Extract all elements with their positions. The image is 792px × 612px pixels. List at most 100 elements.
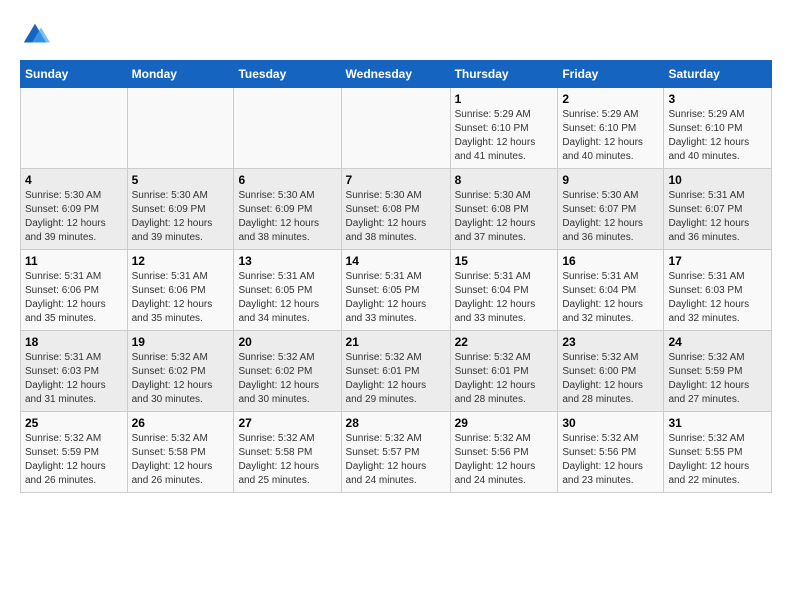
calendar-header-row: SundayMondayTuesdayWednesdayThursdayFrid… [21,61,772,88]
day-info: Sunrise: 5:31 AMSunset: 6:03 PMDaylight:… [668,270,767,326]
day-info: Sunrise: 5:32 AMSunset: 5:56 PMDaylight:… [562,432,659,488]
day-info: Sunrise: 5:31 AMSunset: 6:06 PMDaylight:… [132,270,230,326]
header-monday: Monday [127,61,234,88]
day-number: 22 [455,335,554,349]
day-number: 18 [25,335,123,349]
day-number: 26 [132,416,230,430]
day-info: Sunrise: 5:31 AMSunset: 6:06 PMDaylight:… [25,270,123,326]
day-info: Sunrise: 5:32 AMSunset: 5:58 PMDaylight:… [132,432,230,488]
day-number: 15 [455,254,554,268]
calendar-week-row: 25 Sunrise: 5:32 AMSunset: 5:59 PMDayligh… [21,412,772,493]
day-info: Sunrise: 5:32 AMSunset: 5:59 PMDaylight:… [668,351,767,407]
day-info: Sunrise: 5:32 AMSunset: 5:56 PMDaylight:… [455,432,554,488]
calendar-cell: 7 Sunrise: 5:30 AMSunset: 6:08 PMDaylight… [341,169,450,250]
day-info: Sunrise: 5:32 AMSunset: 5:57 PMDaylight:… [346,432,446,488]
day-number: 21 [346,335,446,349]
day-number: 6 [238,173,336,187]
day-number: 17 [668,254,767,268]
day-number: 19 [132,335,230,349]
day-info: Sunrise: 5:31 AMSunset: 6:07 PMDaylight:… [668,189,767,245]
calendar-cell: 26 Sunrise: 5:32 AMSunset: 5:58 PMDayligh… [127,412,234,493]
day-info: Sunrise: 5:32 AMSunset: 6:01 PMDaylight:… [455,351,554,407]
calendar-cell: 29 Sunrise: 5:32 AMSunset: 5:56 PMDayligh… [450,412,558,493]
calendar-week-row: 4 Sunrise: 5:30 AMSunset: 6:09 PMDaylight… [21,169,772,250]
day-number: 13 [238,254,336,268]
calendar-cell: 13 Sunrise: 5:31 AMSunset: 6:05 PMDayligh… [234,250,341,331]
calendar-cell: 17 Sunrise: 5:31 AMSunset: 6:03 PMDayligh… [664,250,772,331]
calendar-week-row: 18 Sunrise: 5:31 AMSunset: 6:03 PMDayligh… [21,331,772,412]
day-info: Sunrise: 5:31 AMSunset: 6:05 PMDaylight:… [346,270,446,326]
calendar-cell: 28 Sunrise: 5:32 AMSunset: 5:57 PMDayligh… [341,412,450,493]
day-number: 5 [132,173,230,187]
day-number: 11 [25,254,123,268]
day-info: Sunrise: 5:30 AMSunset: 6:07 PMDaylight:… [562,189,659,245]
day-info: Sunrise: 5:30 AMSunset: 6:09 PMDaylight:… [25,189,123,245]
logo-icon [20,20,50,50]
day-info: Sunrise: 5:32 AMSunset: 5:55 PMDaylight:… [668,432,767,488]
day-info: Sunrise: 5:30 AMSunset: 6:09 PMDaylight:… [132,189,230,245]
calendar-cell: 15 Sunrise: 5:31 AMSunset: 6:04 PMDayligh… [450,250,558,331]
page-header [20,20,772,50]
header-wednesday: Wednesday [341,61,450,88]
day-info: Sunrise: 5:32 AMSunset: 5:59 PMDaylight:… [25,432,123,488]
calendar-cell: 25 Sunrise: 5:32 AMSunset: 5:59 PMDayligh… [21,412,128,493]
day-info: Sunrise: 5:30 AMSunset: 6:08 PMDaylight:… [455,189,554,245]
day-info: Sunrise: 5:32 AMSunset: 6:01 PMDaylight:… [346,351,446,407]
calendar-cell: 3 Sunrise: 5:29 AMSunset: 6:10 PMDaylight… [664,88,772,169]
calendar-cell: 12Sunrise: 5:31 AMSunset: 6:06 PMDayligh… [127,250,234,331]
day-number: 28 [346,416,446,430]
day-number: 4 [25,173,123,187]
calendar-cell [21,88,128,169]
day-number: 20 [238,335,336,349]
calendar-table: SundayMondayTuesdayWednesdayThursdayFrid… [20,60,772,493]
day-info: Sunrise: 5:31 AMSunset: 6:03 PMDaylight:… [25,351,123,407]
day-number: 9 [562,173,659,187]
day-info: Sunrise: 5:31 AMSunset: 6:04 PMDaylight:… [562,270,659,326]
day-number: 3 [668,92,767,106]
day-number: 31 [668,416,767,430]
calendar-cell: 23Sunrise: 5:32 AMSunset: 6:00 PMDayligh… [558,331,664,412]
calendar-cell: 1Sunrise: 5:29 AMSunset: 6:10 PMDaylight… [450,88,558,169]
day-number: 30 [562,416,659,430]
day-info: Sunrise: 5:30 AMSunset: 6:09 PMDaylight:… [238,189,336,245]
calendar-cell [234,88,341,169]
calendar-cell: 4 Sunrise: 5:30 AMSunset: 6:09 PMDaylight… [21,169,128,250]
day-number: 2 [562,92,659,106]
day-info: Sunrise: 5:31 AMSunset: 6:04 PMDaylight:… [455,270,554,326]
day-number: 25 [25,416,123,430]
day-number: 14 [346,254,446,268]
day-info: Sunrise: 5:32 AMSunset: 5:58 PMDaylight:… [238,432,336,488]
calendar-cell: 20Sunrise: 5:32 AMSunset: 6:02 PMDayligh… [234,331,341,412]
calendar-cell: 19 Sunrise: 5:32 AMSunset: 6:02 PMDayligh… [127,331,234,412]
header-saturday: Saturday [664,61,772,88]
day-number: 27 [238,416,336,430]
day-number: 10 [668,173,767,187]
day-number: 7 [346,173,446,187]
calendar-cell [341,88,450,169]
calendar-cell: 27 Sunrise: 5:32 AMSunset: 5:58 PMDayligh… [234,412,341,493]
calendar-cell: 16 Sunrise: 5:31 AMSunset: 6:04 PMDayligh… [558,250,664,331]
calendar-cell: 30 Sunrise: 5:32 AMSunset: 5:56 PMDayligh… [558,412,664,493]
header-tuesday: Tuesday [234,61,341,88]
day-info: Sunrise: 5:30 AMSunset: 6:08 PMDaylight:… [346,189,446,245]
calendar-cell: 22 Sunrise: 5:32 AMSunset: 6:01 PMDayligh… [450,331,558,412]
day-info: Sunrise: 5:32 AMSunset: 6:02 PMDaylight:… [132,351,230,407]
calendar-cell: 14 Sunrise: 5:31 AMSunset: 6:05 PMDayligh… [341,250,450,331]
calendar-week-row: 11 Sunrise: 5:31 AMSunset: 6:06 PMDayligh… [21,250,772,331]
day-info: Sunrise: 5:29 AMSunset: 6:10 PMDaylight:… [668,108,767,164]
day-number: 23 [562,335,659,349]
calendar-cell: 31 Sunrise: 5:32 AMSunset: 5:55 PMDayligh… [664,412,772,493]
calendar-cell: 5 Sunrise: 5:30 AMSunset: 6:09 PMDaylight… [127,169,234,250]
header-sunday: Sunday [21,61,128,88]
calendar-cell: 21 Sunrise: 5:32 AMSunset: 6:01 PMDayligh… [341,331,450,412]
logo [20,20,54,50]
day-number: 16 [562,254,659,268]
header-thursday: Thursday [450,61,558,88]
day-info: Sunrise: 5:29 AMSunset: 6:10 PMDaylight:… [562,108,659,164]
day-number: 8 [455,173,554,187]
calendar-cell: 8 Sunrise: 5:30 AMSunset: 6:08 PMDaylight… [450,169,558,250]
day-number: 29 [455,416,554,430]
calendar-cell: 2 Sunrise: 5:29 AMSunset: 6:10 PMDaylight… [558,88,664,169]
day-info: Sunrise: 5:31 AMSunset: 6:05 PMDaylight:… [238,270,336,326]
calendar-cell: 6 Sunrise: 5:30 AMSunset: 6:09 PMDaylight… [234,169,341,250]
